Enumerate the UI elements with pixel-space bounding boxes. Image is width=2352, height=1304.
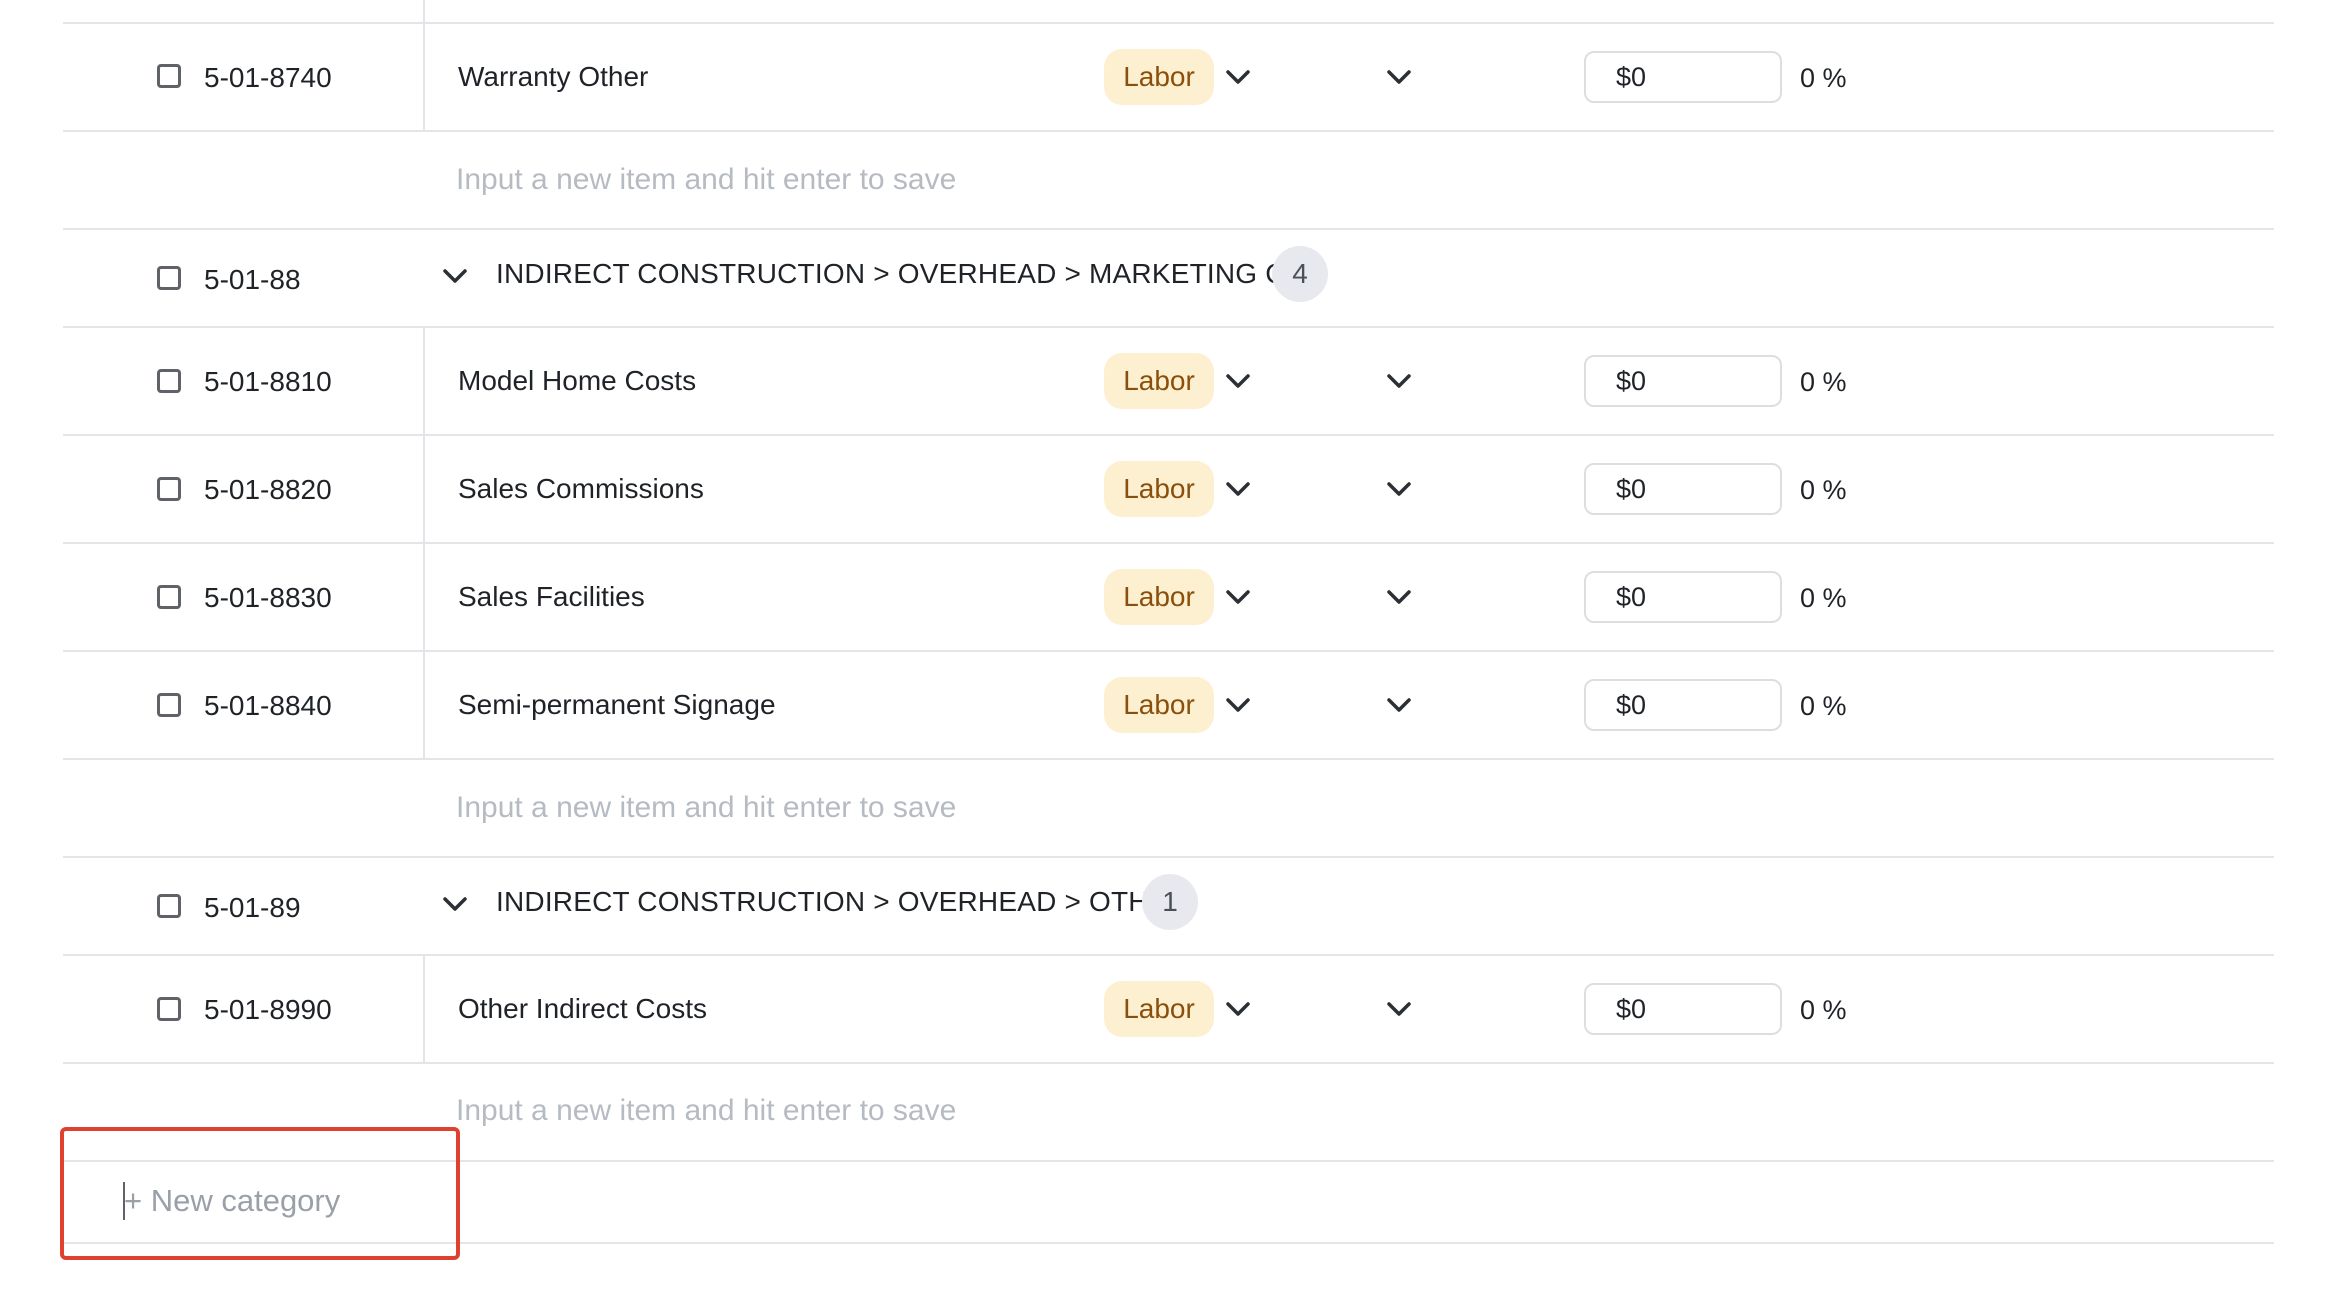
row-name[interactable]: Warranty Other: [458, 61, 648, 93]
percent-value: 0 %: [1800, 367, 1847, 397]
category-row[interactable]: 5-01-89 INDIRECT CONSTRUCTION > OVERHEAD…: [0, 856, 2352, 954]
row-code: 5-01-8810: [204, 366, 332, 397]
dropdown-chevron-down-icon[interactable]: [1386, 697, 1412, 713]
table-row: 5-01-8830 Sales Facilities Labor $0 0 %: [0, 542, 2352, 650]
category-code: 5-01-89: [204, 892, 301, 923]
row-checkbox[interactable]: [157, 64, 181, 88]
type-pill[interactable]: Labor: [1104, 353, 1214, 409]
row-code: 5-01-8840: [204, 690, 332, 721]
category-code: 5-01-88: [204, 264, 301, 295]
amount-input[interactable]: $0: [1584, 355, 1782, 407]
type-chevron-down-icon[interactable]: [1225, 589, 1251, 605]
amount-input[interactable]: $0: [1584, 463, 1782, 515]
collapse-chevron-down-icon[interactable]: [442, 268, 468, 284]
percent-value: 0 %: [1800, 63, 1847, 93]
table-row: 5-01-8840 Semi-permanent Signage Labor $…: [0, 650, 2352, 758]
row-name[interactable]: Semi-permanent Signage: [458, 689, 776, 721]
category-row[interactable]: 5-01-88 INDIRECT CONSTRUCTION > OVERHEAD…: [0, 228, 2352, 326]
type-pill[interactable]: Labor: [1104, 569, 1214, 625]
row-checkbox[interactable]: [157, 693, 181, 717]
row-code: 5-01-8830: [204, 582, 332, 613]
new-item-input[interactable]: Input a new item and hit enter to save: [456, 1094, 956, 1128]
dropdown-chevron-down-icon[interactable]: [1386, 373, 1412, 389]
row-name[interactable]: Other Indirect Costs: [458, 993, 707, 1025]
type-pill[interactable]: Labor: [1104, 981, 1214, 1037]
count-badge: 1: [1142, 874, 1198, 930]
category-checkbox[interactable]: [157, 894, 181, 918]
dropdown-chevron-down-icon[interactable]: [1386, 589, 1412, 605]
new-item-input[interactable]: Input a new item and hit enter to save: [456, 163, 956, 197]
row-code: 5-01-8820: [204, 474, 332, 505]
type-chevron-down-icon[interactable]: [1225, 697, 1251, 713]
table-row: 5-01-8820 Sales Commissions Labor $0 0 %: [0, 434, 2352, 542]
row-name[interactable]: Sales Facilities: [458, 581, 645, 613]
row-checkbox[interactable]: [157, 997, 181, 1021]
table-row: 5-01-8810 Model Home Costs Labor $0 0 %: [0, 326, 2352, 434]
row-name[interactable]: Sales Commissions: [458, 473, 704, 505]
table-row: 5-01-8990 Other Indirect Costs Labor $0 …: [0, 954, 2352, 1062]
type-pill[interactable]: Labor: [1104, 461, 1214, 517]
type-chevron-down-icon[interactable]: [1225, 373, 1251, 389]
count-badge: 4: [1272, 246, 1328, 302]
amount-input[interactable]: $0: [1584, 571, 1782, 623]
percent-value: 0 %: [1800, 995, 1847, 1025]
percent-value: 0 %: [1800, 691, 1847, 721]
row-checkbox[interactable]: [157, 585, 181, 609]
new-item-input[interactable]: Input a new item and hit enter to save: [456, 791, 956, 825]
amount-input[interactable]: $0: [1584, 51, 1782, 103]
dropdown-chevron-down-icon[interactable]: [1386, 1001, 1412, 1017]
type-chevron-down-icon[interactable]: [1225, 481, 1251, 497]
percent-value: 0 %: [1800, 583, 1847, 613]
type-pill[interactable]: Labor: [1104, 677, 1214, 733]
row-checkbox[interactable]: [157, 369, 181, 393]
collapse-chevron-down-icon[interactable]: [442, 896, 468, 912]
type-chevron-down-icon[interactable]: [1225, 69, 1251, 85]
table-row: 5-01-8740 Warranty Other Labor $0 0 %: [0, 0, 2352, 130]
new-category-input[interactable]: + New category: [124, 1183, 340, 1219]
category-checkbox[interactable]: [157, 266, 181, 290]
category-path: INDIRECT CONSTRUCTION > OVERHEAD > OTHER: [496, 886, 1189, 917]
row-checkbox[interactable]: [157, 477, 181, 501]
type-pill[interactable]: Labor: [1104, 49, 1214, 105]
amount-input[interactable]: $0: [1584, 679, 1782, 731]
percent-value: 0 %: [1800, 475, 1847, 505]
category-path: INDIRECT CONSTRUCTION > OVERHEAD > MARKE…: [496, 258, 1310, 289]
row-name[interactable]: Model Home Costs: [458, 365, 696, 397]
row-code: 5-01-8990: [204, 994, 332, 1025]
type-chevron-down-icon[interactable]: [1225, 1001, 1251, 1017]
dropdown-chevron-down-icon[interactable]: [1386, 481, 1412, 497]
row-code: 5-01-8740: [204, 62, 332, 93]
dropdown-chevron-down-icon[interactable]: [1386, 69, 1412, 85]
amount-input[interactable]: $0: [1584, 983, 1782, 1035]
